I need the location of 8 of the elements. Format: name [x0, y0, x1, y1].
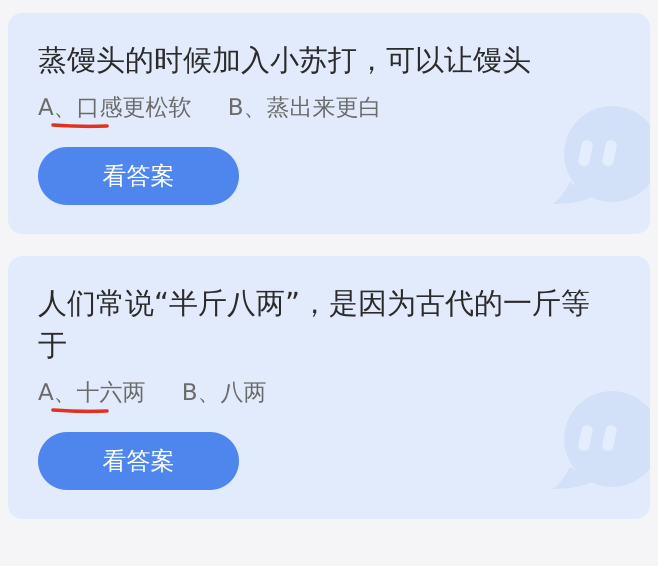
answer-option: B、蒸出来更白	[228, 91, 382, 125]
question-text: 蒸馒头的时候加入小苏打，可以让馒头	[38, 42, 532, 79]
question-text: 人们常说“半斤八两”，是因为古代的一斤等于	[38, 285, 592, 364]
show-answer-button[interactable]: 看答案	[38, 147, 239, 205]
answer-option: A、十六两	[38, 376, 146, 410]
show-answer-button[interactable]: 看答案	[38, 432, 239, 490]
answer-option: B、八两	[182, 376, 267, 410]
answer-option: A、口感更松软	[38, 91, 192, 125]
